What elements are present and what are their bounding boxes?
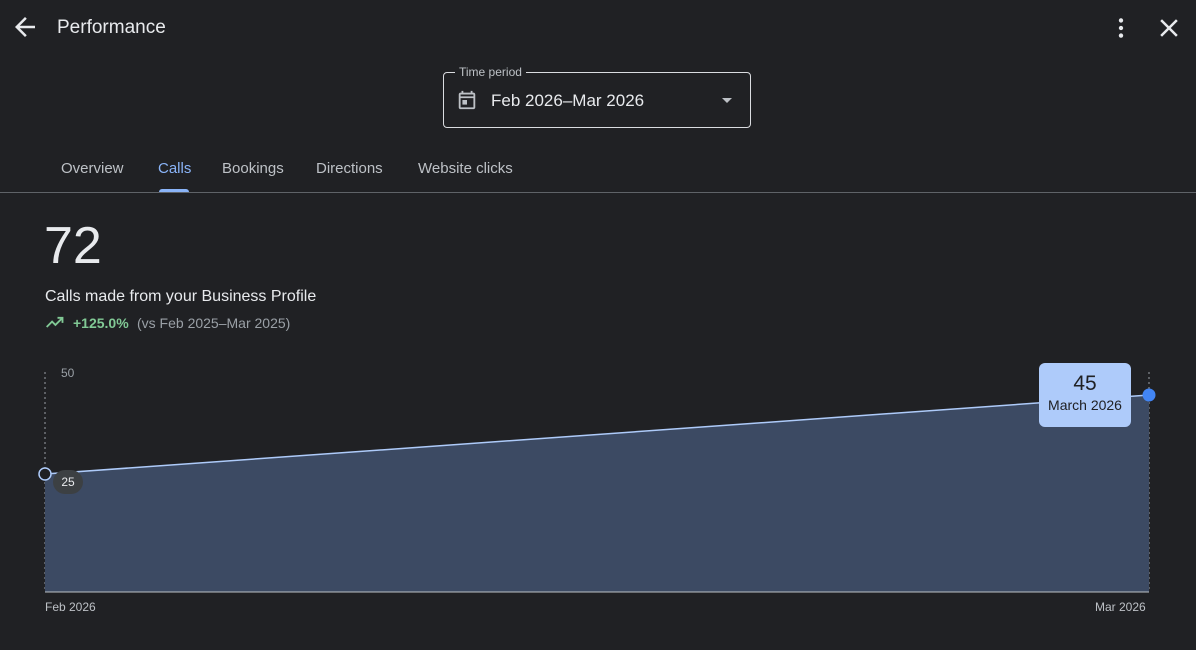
x-axis-label-start: Feb 2026	[45, 600, 96, 614]
chart-point-end[interactable]	[1142, 388, 1156, 402]
tooltip-value: 45	[1073, 372, 1097, 395]
performance-page: Performance Time period Feb 2026–Mar 202…	[0, 0, 1196, 650]
tooltip-label: March 2026	[1048, 397, 1122, 413]
chart-area-fill	[45, 395, 1149, 592]
x-axis-label-end: Mar 2026	[1095, 600, 1146, 614]
start-value-label: 25	[53, 470, 83, 494]
calls-area-chart: 50	[38, 366, 1156, 593]
y-tick-label: 50	[61, 366, 75, 380]
chart-tooltip: 45 March 2026	[1039, 363, 1131, 427]
chart-point-start[interactable]	[38, 467, 52, 481]
